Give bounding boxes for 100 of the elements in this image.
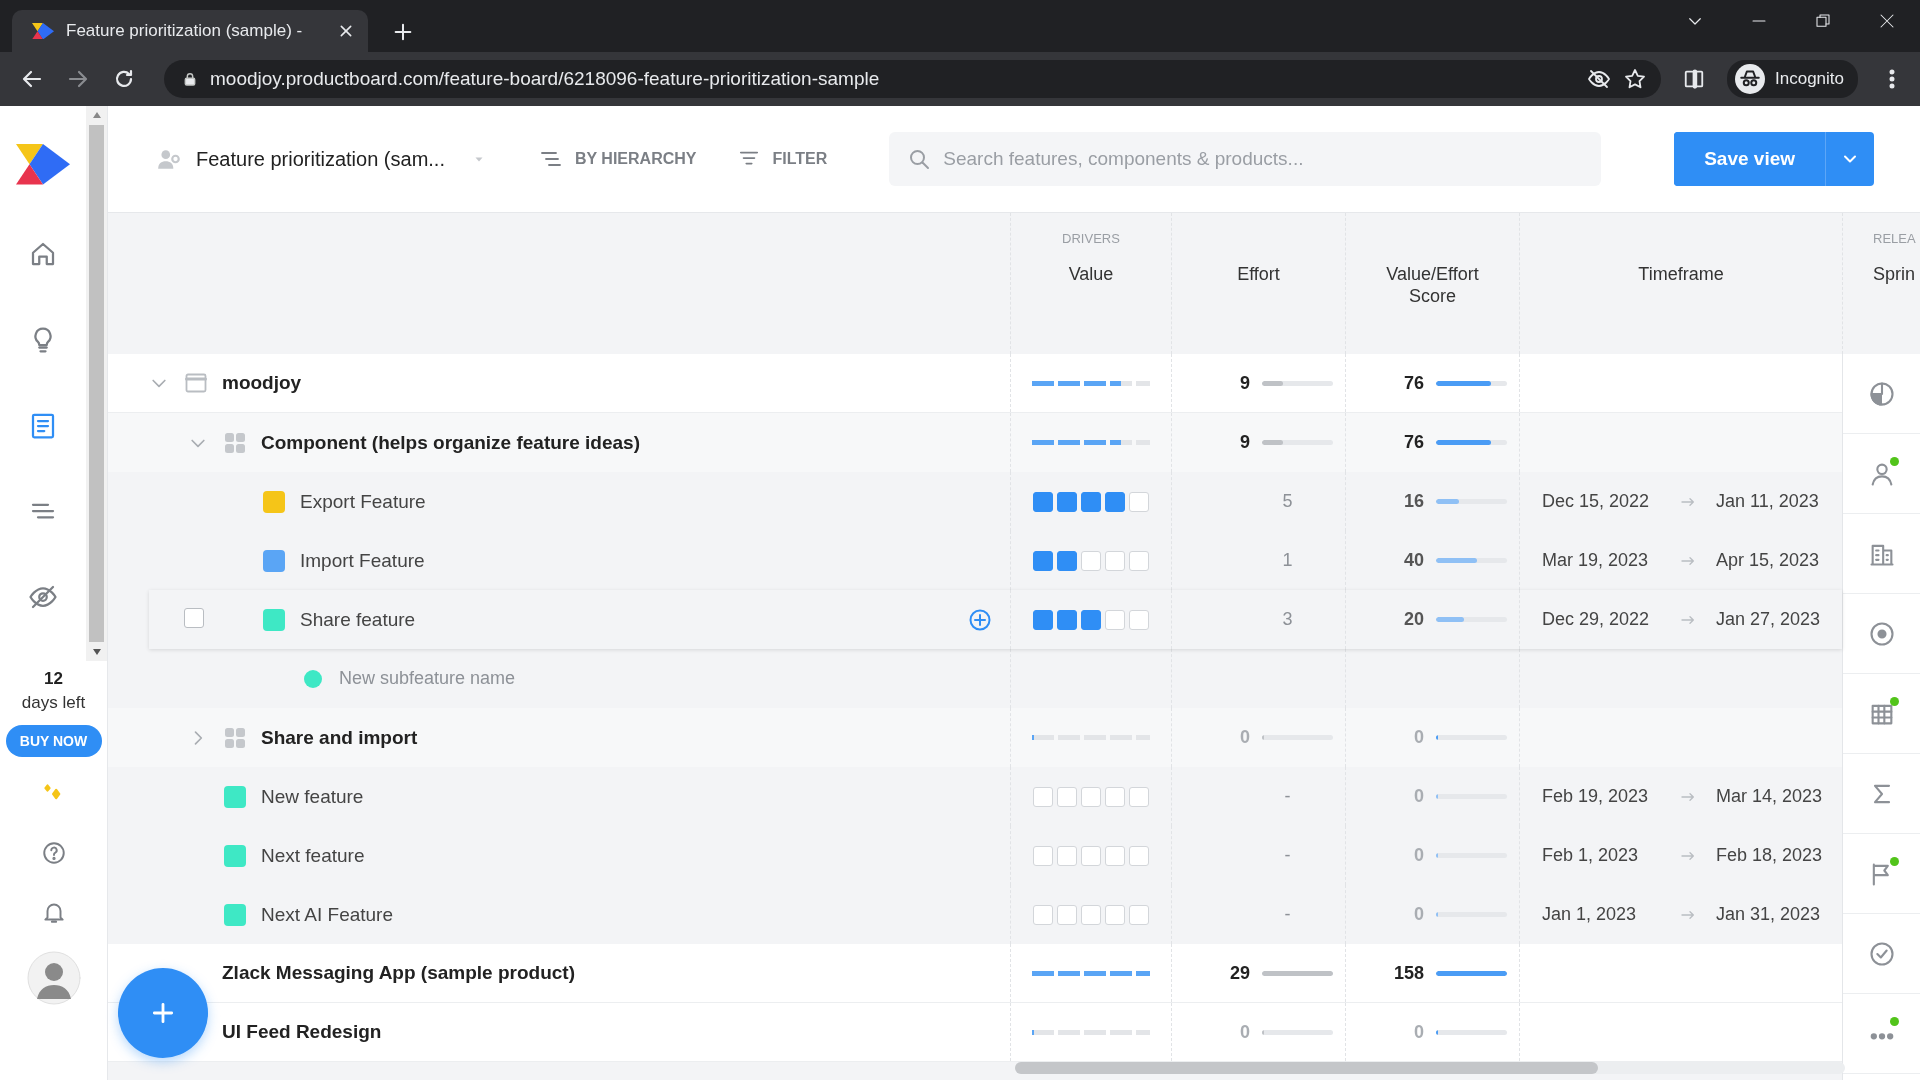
score-value: 76 xyxy=(1403,432,1424,453)
end-date: Jan 11, 2023 xyxy=(1716,491,1820,512)
component-name[interactable]: Component (helps organize feature ideas) xyxy=(261,431,640,454)
component-name[interactable]: Share and import xyxy=(261,726,418,749)
end-date: Apr 15, 2023 xyxy=(1716,550,1821,571)
check-circle-icon[interactable] xyxy=(1867,939,1896,968)
column-header[interactable]: Timeframe xyxy=(1638,263,1724,285)
start-date: Jan 1, 2023 xyxy=(1542,904,1638,925)
rating-block[interactable] xyxy=(1081,609,1101,630)
effort-value: 9 xyxy=(1240,432,1250,453)
triangle-up-icon[interactable] xyxy=(91,111,102,119)
feature-name[interactable]: Next AI Feature xyxy=(261,903,393,926)
trial-days-label: days left xyxy=(21,693,86,713)
score-value: 40 xyxy=(1403,550,1424,571)
column-header[interactable]: Sprin xyxy=(1873,263,1916,285)
score-value: 0 xyxy=(1414,727,1424,748)
url-text: moodjoy.productboard.com/feature-board/6218096-feature-prioritization-sample xyxy=(210,68,881,90)
score-value: 0 xyxy=(1414,1021,1424,1043)
product-name[interactable]: moodjoy xyxy=(222,372,302,394)
score-value: 158 xyxy=(1393,962,1424,984)
column-group-label: RELEA xyxy=(1873,231,1916,246)
help-icon[interactable] xyxy=(40,840,67,866)
column-group-label: DRIVERS xyxy=(1062,231,1120,246)
rating-block[interactable] xyxy=(1033,550,1053,571)
incognito-icon xyxy=(1735,64,1765,94)
logo-icon[interactable] xyxy=(32,22,54,40)
window-icon xyxy=(184,371,208,395)
address-bar[interactable]: moodjoy.productboard.com/feature-board/6218096-feature-prioritization-sample xyxy=(164,60,1661,98)
plus-icon[interactable] xyxy=(392,21,414,43)
product-name[interactable]: UI Feed Redesign xyxy=(222,1021,382,1043)
trial-days-count: 12 xyxy=(44,669,63,689)
start-date: Mar 19, 2023 xyxy=(1542,550,1650,571)
search-field[interactable]: Search features, components & products... xyxy=(889,132,1602,186)
horizontal-scrollbar[interactable] xyxy=(1015,1062,1845,1074)
start-date: Dec 29, 2022 xyxy=(1542,609,1651,630)
column-header[interactable]: Value/Effort Score xyxy=(1377,263,1488,307)
effort-value: 1 xyxy=(1282,550,1293,571)
feature-name[interactable]: Export Feature xyxy=(300,490,426,513)
effort-value: 29 xyxy=(1229,962,1250,984)
feature-name[interactable]: Next feature xyxy=(261,844,365,867)
browser-tab[interactable]: Feature prioritization (sample) - xyxy=(12,10,368,52)
feature-name[interactable]: Share feature xyxy=(300,608,416,631)
score-value: 0 xyxy=(1414,845,1424,866)
rating-block[interactable] xyxy=(1033,609,1053,630)
close-icon[interactable] xyxy=(1878,12,1896,30)
rating-block[interactable] xyxy=(1057,609,1077,630)
feature-name[interactable]: New feature xyxy=(261,785,364,808)
close-icon[interactable] xyxy=(338,23,354,39)
effort-value: 0 xyxy=(1240,727,1250,748)
effort-value: 9 xyxy=(1240,372,1250,394)
rating-block[interactable] xyxy=(1081,491,1101,512)
effort-value: 3 xyxy=(1282,609,1293,630)
column-header[interactable]: Value xyxy=(1068,263,1114,285)
highlighted-row[interactable]: Share feature 3 20 Dec 29, 2022 Jan 27, 2023 xyxy=(149,590,1842,649)
effort-value: - xyxy=(1284,786,1291,807)
side-panel-icon[interactable] xyxy=(1683,68,1705,90)
search-icon xyxy=(907,147,932,171)
effort-value: - xyxy=(1284,845,1291,866)
triangle-down-icon[interactable] xyxy=(91,648,102,656)
rating-block[interactable] xyxy=(1057,550,1077,571)
lock-icon xyxy=(182,71,198,87)
score-value: 0 xyxy=(1414,904,1424,925)
start-date: Feb 1, 2023 xyxy=(1542,845,1640,866)
rating-block[interactable] xyxy=(1105,491,1125,512)
score-value: 16 xyxy=(1403,491,1424,512)
score-value: 76 xyxy=(1403,372,1424,394)
plus-icon xyxy=(150,1000,176,1026)
start-date: Feb 19, 2023 xyxy=(1542,786,1650,807)
group-by-button[interactable]: BY HIERARCHY xyxy=(539,147,697,171)
vertical-scrollbar[interactable] xyxy=(86,106,107,661)
effort-value: 5 xyxy=(1282,491,1293,512)
end-date: Feb 18, 2023 xyxy=(1716,845,1824,866)
avatar-icon[interactable] xyxy=(26,951,81,1005)
restore-icon[interactable] xyxy=(1814,12,1832,30)
board-selector[interactable]: Feature prioritization (sam... xyxy=(156,146,485,172)
target-icon[interactable] xyxy=(1867,619,1896,648)
rating-block[interactable] xyxy=(1033,491,1053,512)
pie-chart-icon[interactable] xyxy=(1867,379,1896,408)
end-date: Jan 27, 2023 xyxy=(1716,609,1822,630)
add-circle-icon[interactable] xyxy=(968,607,992,632)
feature-name[interactable]: Import Feature xyxy=(300,549,425,572)
rating-block[interactable] xyxy=(1057,491,1077,512)
start-date: Dec 15, 2022 xyxy=(1542,491,1651,512)
filter-button[interactable]: FILTER xyxy=(738,148,828,170)
star-icon[interactable] xyxy=(1623,67,1647,91)
score-value: 0 xyxy=(1414,786,1424,807)
score-value: 20 xyxy=(1403,609,1424,630)
subfeature-name-field[interactable]: New subfeature name xyxy=(339,668,599,689)
product-name[interactable]: Zlack Messaging App (sample product) xyxy=(222,962,575,984)
logo-icon[interactable] xyxy=(16,144,70,185)
effort-value: - xyxy=(1284,904,1291,925)
end-date: Jan 31, 2023 xyxy=(1716,904,1822,925)
grid-icon xyxy=(223,725,247,750)
column-header[interactable]: Effort xyxy=(1237,263,1280,285)
eye-off-icon[interactable] xyxy=(1587,67,1611,91)
end-date: Mar 14, 2023 xyxy=(1716,786,1824,807)
effort-value: 0 xyxy=(1240,1021,1250,1043)
grid-icon xyxy=(223,430,247,455)
checkbox[interactable] xyxy=(184,608,204,628)
profile-button[interactable]: Incognito xyxy=(1727,60,1858,98)
